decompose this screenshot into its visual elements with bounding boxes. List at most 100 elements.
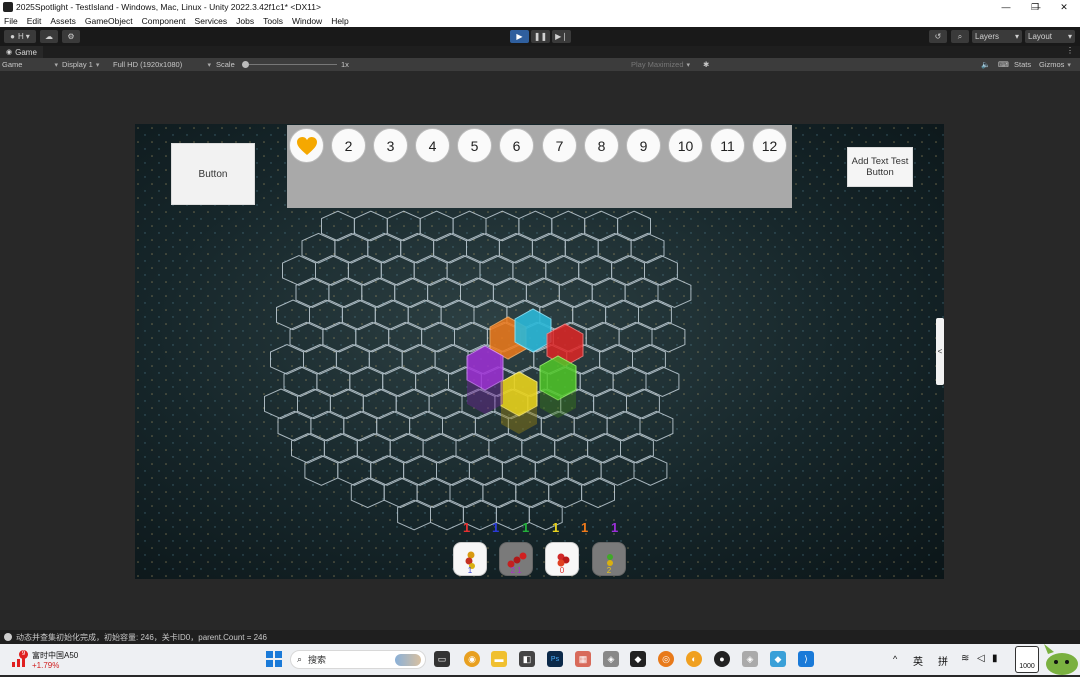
- close-button[interactable]: ✕: [1050, 0, 1078, 14]
- menu-gameobject[interactable]: GameObject: [85, 16, 133, 26]
- level-button[interactable]: 6: [499, 128, 534, 163]
- restore-button[interactable]: ❐: [1021, 0, 1049, 14]
- level-button[interactable]: 9: [626, 128, 661, 163]
- keyboard-icon[interactable]: ⌨: [998, 58, 1009, 71]
- cloud-icon[interactable]: ☁: [40, 30, 58, 43]
- blender-icon[interactable]: ◎: [658, 651, 674, 667]
- layout-label: Layout: [1028, 32, 1053, 41]
- console-status-bar[interactable]: 动态并查集初始化完成，初始容量: 246，关卡ID0，parent.Count …: [0, 630, 1080, 644]
- play-mode-dropdown[interactable]: Play Maximized: [631, 58, 690, 71]
- ime-mode[interactable]: 拼: [938, 653, 948, 668]
- level-button[interactable]: 12: [752, 128, 787, 163]
- pause-button[interactable]: ❚❚: [531, 30, 550, 43]
- layout-dropdown[interactable]: Layout ▾: [1025, 30, 1075, 43]
- chevron-down-icon: ▾: [1014, 32, 1019, 41]
- piece-slot[interactable]: 0: [545, 542, 579, 576]
- menu-assets[interactable]: Assets: [50, 16, 76, 26]
- piece-slot[interactable]: 1: [453, 542, 487, 576]
- qq-icon[interactable]: ●: [714, 651, 730, 667]
- account-dropdown[interactable]: ● H ▾: [4, 30, 36, 43]
- slot-number: 0: [559, 566, 565, 575]
- collab-icon[interactable]: ⚙: [62, 30, 80, 43]
- level-button[interactable]: 4: [415, 128, 450, 163]
- windows-start-icon[interactable]: [266, 651, 282, 667]
- game-viewport[interactable]: Button 2 3 4 5 6 7 8 9 10 11 12 Add Text…: [0, 71, 1080, 630]
- level-button[interactable]: 7: [542, 128, 577, 163]
- menu-jobs[interactable]: Jobs: [236, 16, 254, 26]
- menu-services[interactable]: Services: [195, 16, 228, 26]
- menu-component[interactable]: Component: [142, 16, 186, 26]
- scale-slider-thumb[interactable]: [242, 61, 249, 68]
- level-heart-button[interactable]: [289, 128, 324, 163]
- app-icon[interactable]: ◆: [770, 651, 786, 667]
- more-options-icon[interactable]: ⋮: [1066, 46, 1074, 55]
- gizmos-dropdown[interactable]: Gizmos: [1039, 58, 1071, 71]
- menu-edit[interactable]: Edit: [27, 16, 42, 26]
- level-button[interactable]: 3: [373, 128, 408, 163]
- layers-dropdown[interactable]: Layers ▾: [972, 30, 1022, 43]
- unity-icon[interactable]: ◆: [630, 651, 646, 667]
- volume-icon[interactable]: ◁: [977, 653, 985, 664]
- tab-game[interactable]: ◉ Game: [0, 46, 43, 58]
- unity-hub-icon[interactable]: ◈: [603, 651, 619, 667]
- tray-expand-icon[interactable]: ^: [893, 654, 897, 664]
- game-view-toolbar: Game Display 1 Full HD (1920x1080) Scale…: [0, 58, 1080, 71]
- piece-count-green: 1: [522, 520, 530, 535]
- level-button[interactable]: 10: [668, 128, 703, 163]
- stats-button[interactable]: Stats: [1014, 58, 1031, 71]
- chrome-icon[interactable]: ◉: [464, 651, 480, 667]
- chevron-down-icon: ▾: [1067, 32, 1072, 41]
- task-view-icon[interactable]: ▭: [434, 651, 450, 667]
- step-button[interactable]: ▶❘: [552, 30, 571, 43]
- windows-taskbar: 9 富时中国A50 +1.79% ⌕ 搜索 ▭ ◉ ▬ ◧ Ps ▦ ◈ ◆ ◎…: [0, 644, 1080, 675]
- piece-count-purple: 1: [611, 520, 619, 535]
- game-scene[interactable]: Button 2 3 4 5 6 7 8 9 10 11 12 Add Text…: [135, 124, 944, 579]
- side-panel-toggle[interactable]: <: [936, 318, 944, 385]
- play-button[interactable]: ▶: [510, 30, 529, 43]
- resolution-dropdown[interactable]: Full HD (1920x1080): [113, 58, 211, 71]
- level-button[interactable]: 2: [331, 128, 366, 163]
- stock-change: +1.79%: [32, 661, 60, 670]
- wifi-icon[interactable]: ≋: [961, 653, 969, 664]
- menu-help[interactable]: Help: [331, 16, 348, 26]
- history-icon[interactable]: ↺: [929, 30, 947, 43]
- stock-widget[interactable]: 9 富时中国A50 +1.79%: [10, 648, 90, 672]
- media-player-icon[interactable]: ◐: [686, 651, 702, 667]
- piece-slot[interactable]: 2: [592, 542, 626, 576]
- view-mode-dropdown[interactable]: Game: [2, 58, 58, 71]
- slot-number: 2: [606, 566, 612, 575]
- scale-slider[interactable]: [242, 58, 337, 71]
- display-label: Display 1: [62, 60, 93, 69]
- display-dropdown[interactable]: Display 1: [62, 58, 110, 71]
- search-icon[interactable]: ⌕: [951, 30, 969, 43]
- tray-app-badge: 1000: [1019, 663, 1035, 670]
- level-button[interactable]: 5: [457, 128, 492, 163]
- taskbar-search-box[interactable]: ⌕ 搜索: [290, 650, 426, 669]
- app-icon[interactable]: ◧: [519, 651, 535, 667]
- stock-name: 富时中国A50: [32, 651, 79, 660]
- bug-icon[interactable]: ✱: [703, 58, 709, 71]
- ui-button[interactable]: Button: [171, 143, 255, 205]
- app-icon[interactable]: ◈: [742, 651, 758, 667]
- slot-number: 2 1: [510, 566, 522, 575]
- file-explorer-icon[interactable]: ▬: [491, 651, 507, 667]
- menu-tools[interactable]: Tools: [263, 16, 283, 26]
- level-button[interactable]: 8: [584, 128, 619, 163]
- minimize-button[interactable]: —: [992, 0, 1020, 14]
- menu-file[interactable]: File: [4, 16, 18, 26]
- scale-label: Scale: [216, 60, 235, 69]
- tray-app-icon[interactable]: 1000: [1015, 646, 1039, 673]
- add-text-test-button[interactable]: Add Text Test Button: [847, 147, 913, 187]
- photoshop-icon[interactable]: Ps: [547, 651, 563, 667]
- view-mode-label: Game: [2, 60, 23, 69]
- image-viewer-icon[interactable]: ▦: [575, 651, 591, 667]
- menu-window[interactable]: Window: [292, 16, 322, 26]
- ime-language[interactable]: 英: [913, 653, 923, 668]
- search-icon: ⌕: [297, 654, 303, 664]
- vscode-icon[interactable]: ⟩: [798, 651, 814, 667]
- mute-audio-icon[interactable]: 🔈: [981, 58, 990, 71]
- level-button[interactable]: 11: [710, 128, 745, 163]
- piece-slot[interactable]: 2 1: [499, 542, 533, 576]
- slot-number: 1: [467, 566, 473, 575]
- battery-icon[interactable]: ▮: [992, 653, 998, 664]
